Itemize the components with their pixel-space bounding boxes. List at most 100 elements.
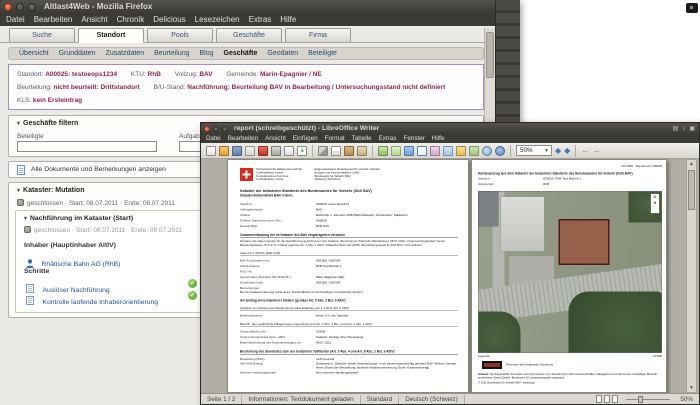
nachfuehrung-header[interactable]: Nachführung im Kataster (Start) <box>24 215 133 222</box>
info-line-1: Standort: A00025: testoeops1234 KTU: RhB… <box>17 68 475 81</box>
section-vermerke-text: Eingang: Die Daten wurden für die Nachfü… <box>240 240 446 247</box>
schritt-kontrolle-link[interactable]: Kontrolle laufende Inhaberorientierung <box>42 299 158 306</box>
writer-titlebar[interactable]: report (schreibgeschützt) - LibreOffice … <box>201 123 699 134</box>
back-icon[interactable]: ← <box>581 146 589 156</box>
menu-chronik[interactable]: Chronik <box>117 15 145 24</box>
save-icon[interactable] <box>232 145 242 156</box>
scroll-up-icon[interactable]: ▲ <box>689 161 695 167</box>
paste-icon[interactable] <box>344 145 354 156</box>
fields-beurteilung: Beurteilung (BAV) nicht beurteilt Wie KbS… <box>240 357 458 375</box>
open-icon[interactable] <box>219 145 229 156</box>
format-paintbrush-icon[interactable] <box>357 145 367 156</box>
subnav-zusatzdaten[interactable]: Zusatzdaten <box>106 50 145 57</box>
info-label: Beurteilung: <box>17 84 52 91</box>
menu-delicious[interactable]: Delicious <box>153 15 185 24</box>
book-view-icon[interactable] <box>612 395 619 403</box>
tab-firma[interactable]: Firma <box>285 28 351 43</box>
zoom-icon[interactable] <box>482 145 492 156</box>
system-tray-icon[interactable] <box>686 3 698 13</box>
minimize-button[interactable] <box>16 2 24 11</box>
section-beurteilung-title: Beurteilung des Standortes bzw. der bela… <box>240 350 458 355</box>
indicator-keyboard-icon[interactable]: ▤ <box>673 124 679 134</box>
info-value: nicht beurteilt: Drittstandort <box>53 84 140 91</box>
minimize-button[interactable] <box>213 125 219 132</box>
new-document-icon[interactable] <box>206 145 216 156</box>
menu-ansicht[interactable]: Ansicht <box>265 135 286 142</box>
copy-icon[interactable] <box>331 145 341 156</box>
scrollbar-thumb[interactable] <box>688 170 695 210</box>
subnav-geodaten[interactable]: Geodaten <box>267 50 298 57</box>
menu-datei[interactable]: Datei <box>6 15 25 24</box>
document-page-2: KbS BAV · Standort-Nr. A00025 Kartenausz… <box>471 159 667 393</box>
redo-icon[interactable] <box>391 145 401 156</box>
next-page-icon[interactable]: ◆ <box>564 146 570 156</box>
previous-page-icon[interactable]: ◆ <box>555 146 561 156</box>
menu-format[interactable]: Format <box>325 135 345 142</box>
page-preview-icon[interactable] <box>284 145 294 156</box>
undo-icon[interactable] <box>378 145 388 156</box>
navigator-icon[interactable] <box>456 145 466 156</box>
firefox-titlebar[interactable]: Altlast4Web - Mozilla Firefox <box>0 0 520 13</box>
scroll-down-icon[interactable]: ▼ <box>689 385 695 391</box>
show-all-documents-link[interactable]: Alle Dokumente und Bemerkungen anzeigen <box>31 166 166 173</box>
zoom-combobox[interactable]: 50% ▼ <box>516 145 552 156</box>
cut-icon[interactable] <box>318 145 328 156</box>
email-icon[interactable] <box>245 145 255 156</box>
info-line-3: KLS: kein Ersteintrag <box>17 94 475 107</box>
print-icon[interactable] <box>271 145 281 156</box>
menu-datei[interactable]: Datei <box>206 135 221 142</box>
kataster-status-text: geschlossen · Start: 08.07.2011 · Ende: … <box>27 200 175 207</box>
indicator-session-icon[interactable]: ▣ <box>689 124 695 134</box>
tab-geschaefte[interactable]: Geschäfte <box>216 28 282 43</box>
menu-tabelle[interactable]: Tabelle <box>352 135 372 142</box>
show-draw-functions-icon[interactable] <box>430 145 440 156</box>
indicator-sound-icon[interactable]: ♪ <box>682 124 685 134</box>
spellcheck-icon[interactable]: a <box>297 145 307 156</box>
maximize-button[interactable] <box>28 2 36 11</box>
menu-hilfe[interactable]: Hilfe <box>432 135 445 142</box>
menu-hilfe[interactable]: Hilfe <box>280 15 296 24</box>
help-icon[interactable] <box>495 145 505 156</box>
menu-bearbeiten[interactable]: Bearbeiten <box>228 135 258 142</box>
inhaber-link[interactable]: Rhätische Bahn AG (RhB) <box>41 261 120 268</box>
menu-einfuegen[interactable]: Einfügen <box>293 135 318 142</box>
writer-toolbar: a 50% ▼ ◆ ◆ ← → <box>201 143 699 159</box>
kataster-panel-header[interactable]: Kataster: Mutation <box>17 187 84 194</box>
subnav-geschaefte[interactable]: Geschäfte <box>224 50 258 57</box>
zoom-slider-thumb[interactable] <box>638 395 644 403</box>
menu-fenster[interactable]: Fenster <box>403 135 424 142</box>
tab-pools[interactable]: Pools <box>147 28 213 43</box>
multi-page-view-icon[interactable] <box>604 395 611 403</box>
close-button[interactable] <box>4 2 12 11</box>
writer-scrollbar[interactable]: ▲ ▼ <box>686 159 697 393</box>
info-value: BAV <box>199 71 213 78</box>
schritt-row-2: Kontrolle laufende Inhaberorientierung <box>26 291 158 309</box>
forward-icon[interactable]: → <box>592 146 600 156</box>
subnav-grunddaten[interactable]: Grunddaten <box>59 50 96 57</box>
menu-extras[interactable]: Extras <box>379 135 397 142</box>
tab-suche[interactable]: Suche <box>9 28 75 43</box>
menu-extras[interactable]: Extras <box>249 15 272 24</box>
zoom-slider[interactable] <box>626 395 671 404</box>
find-replace-icon[interactable] <box>443 145 453 156</box>
scrollbar-thumb[interactable] <box>486 32 494 78</box>
maximize-button[interactable] <box>222 125 228 132</box>
subnav-blog[interactable]: Blog <box>200 50 214 57</box>
menu-lesezeichen[interactable]: Lesezeichen <box>195 15 240 24</box>
writer-window: report (schreibgeschützt) - LibreOffice … <box>200 122 700 405</box>
export-pdf-icon[interactable] <box>258 145 268 156</box>
subnav-uebersicht[interactable]: Übersicht <box>19 50 49 57</box>
close-button[interactable] <box>204 125 210 132</box>
menu-ansicht[interactable]: Ansicht <box>81 15 107 24</box>
subnav-beurteilung[interactable]: Beurteilung <box>154 50 189 57</box>
single-page-view-icon[interactable] <box>596 395 603 403</box>
table-icon[interactable] <box>417 145 427 156</box>
document-view: Schweizerische Eidgenossenschaft Confédé… <box>201 159 699 393</box>
gallery-icon[interactable] <box>469 145 479 156</box>
subnav-beteiligte[interactable]: Beteiligte <box>308 50 337 57</box>
beteiligte-input[interactable] <box>17 141 157 152</box>
hyperlink-icon[interactable] <box>404 145 414 156</box>
tab-standort[interactable]: Standort <box>78 28 144 43</box>
filter-panel-header[interactable]: Geschäfte filtern <box>17 120 78 127</box>
menu-bearbeiten[interactable]: Bearbeiten <box>34 15 73 24</box>
